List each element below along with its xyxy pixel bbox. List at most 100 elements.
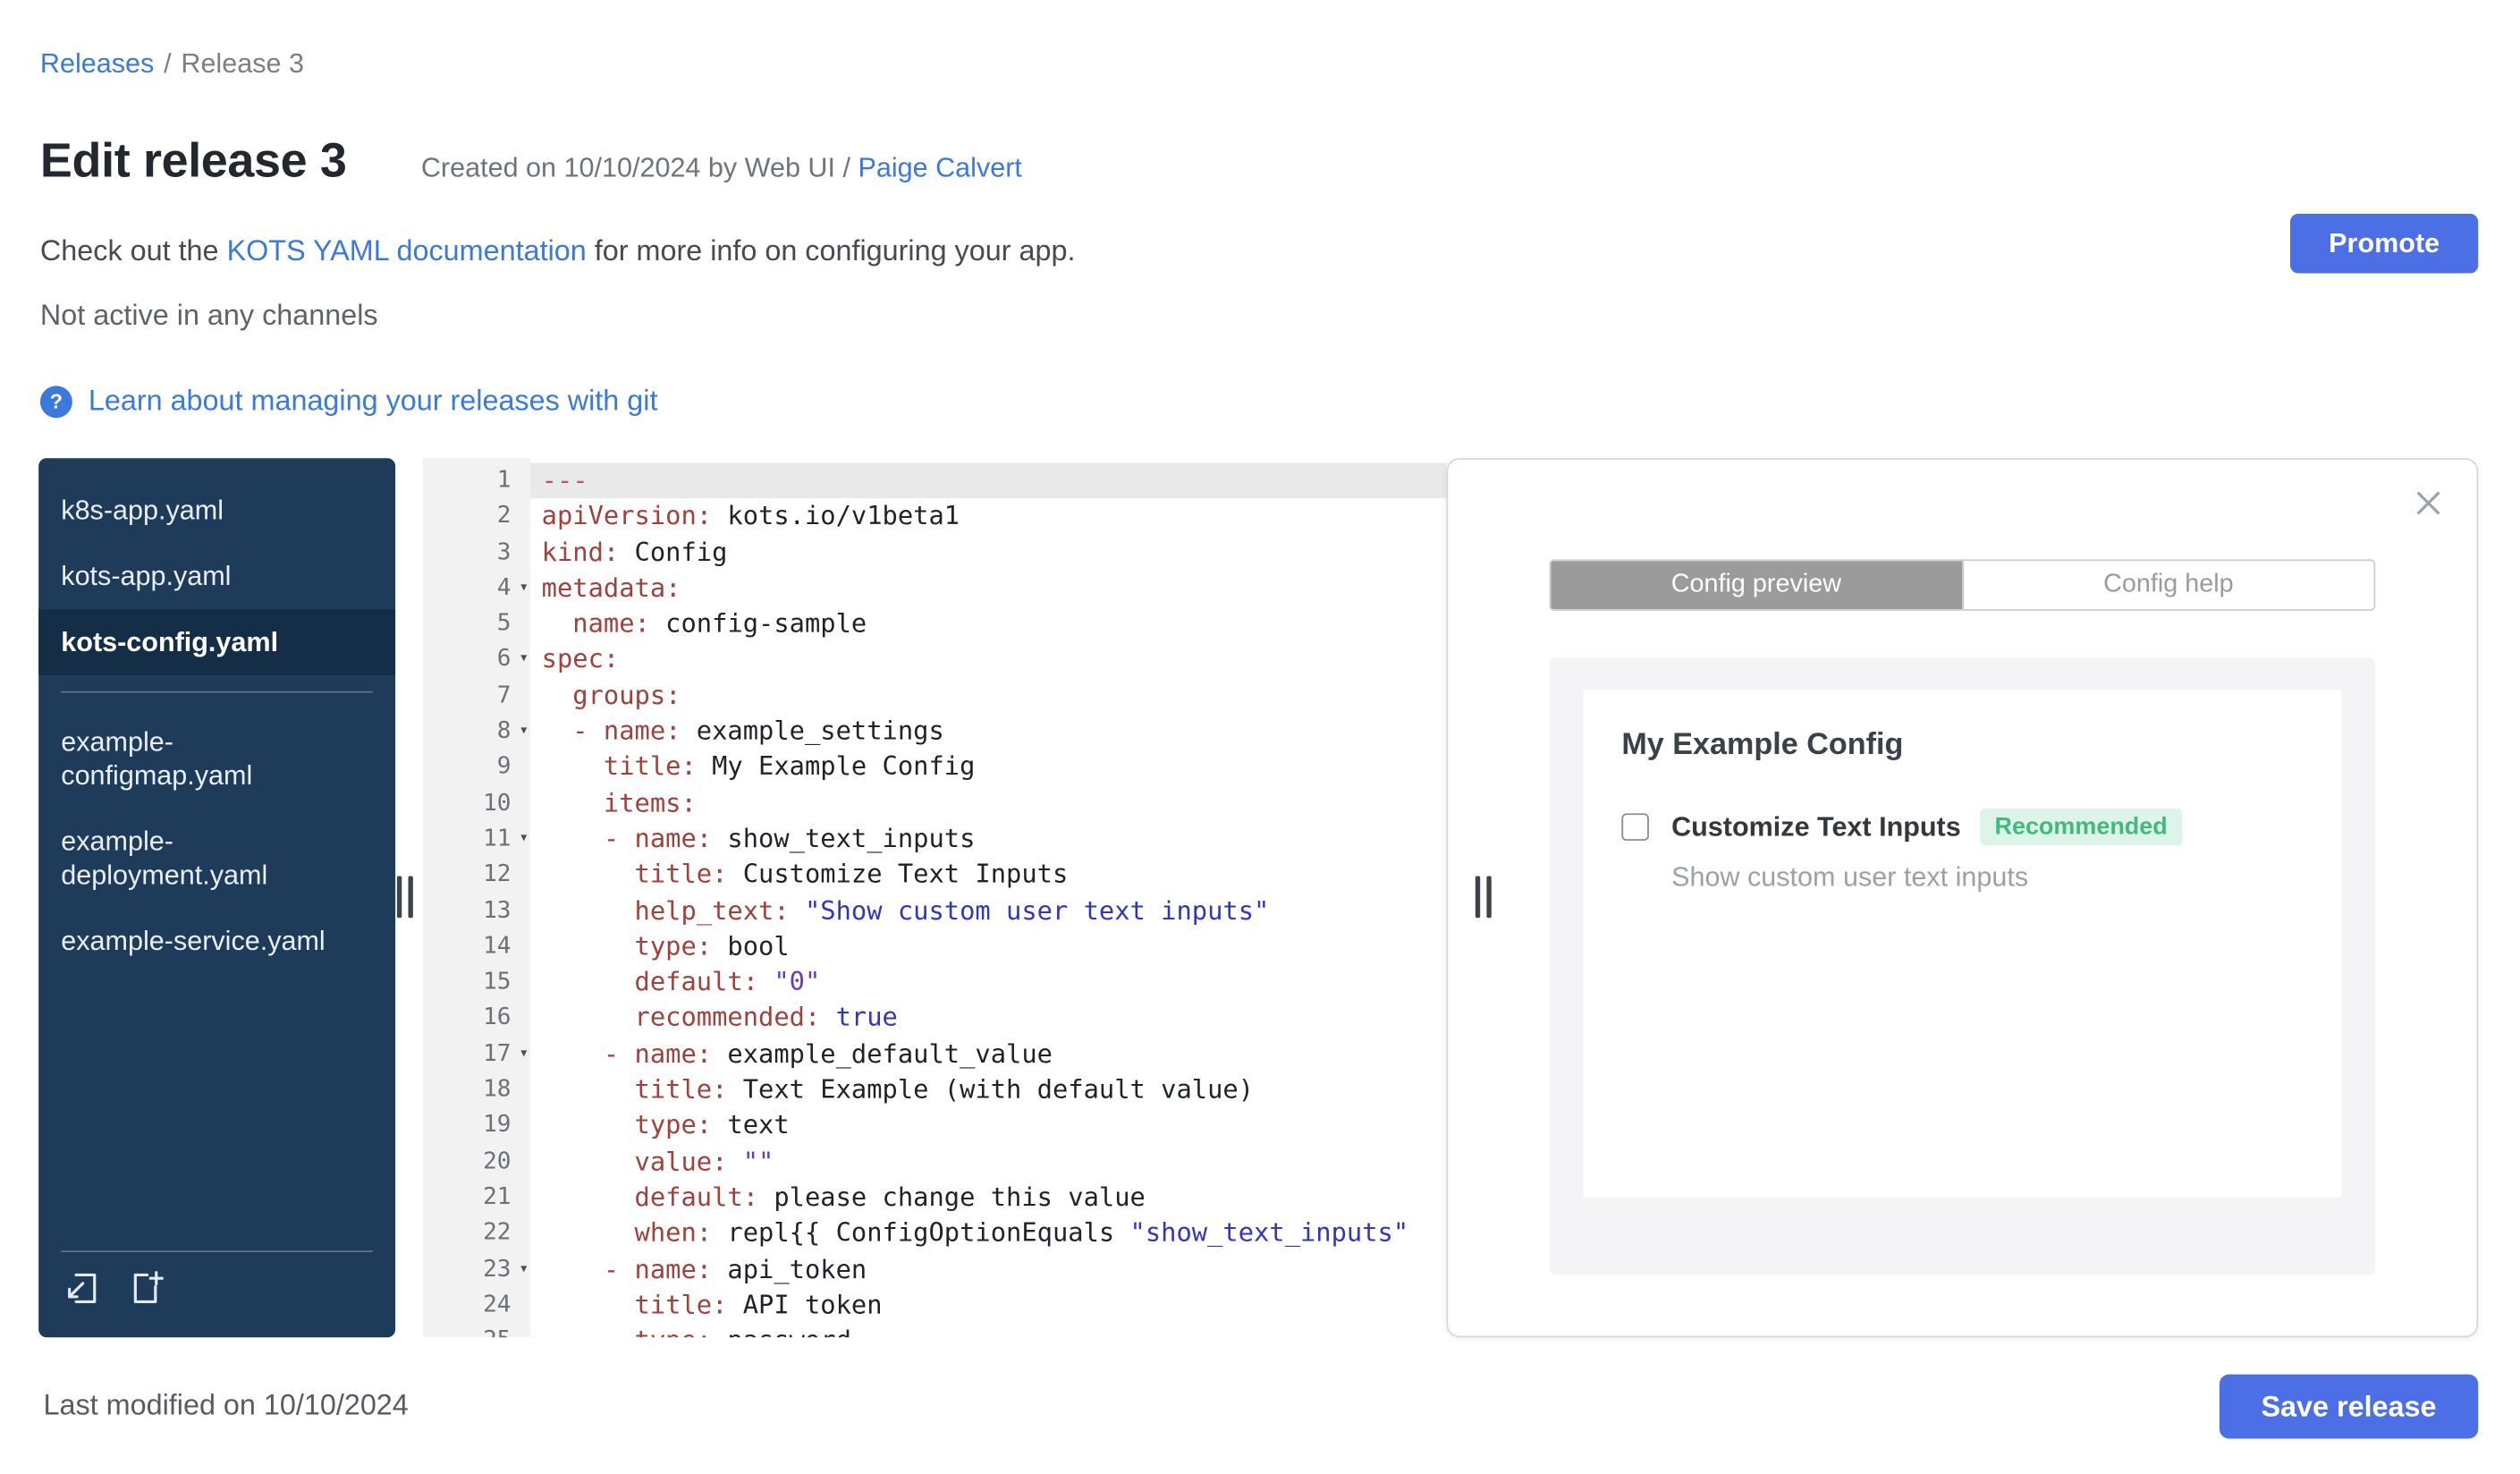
code-text[interactable]: title: Customize Text Inputs [530, 857, 1446, 893]
line-number: 11 ▾ [423, 821, 530, 857]
code-line: 23 ▾ - name: api_token [423, 1251, 1447, 1287]
line-number: 24 [483, 1292, 512, 1318]
tab-config-help[interactable]: Config help [1961, 561, 2374, 610]
resize-bar [408, 876, 413, 919]
yaml-code-editor[interactable]: 1 --- 2 apiVersion: kots.io/v1beta1 3 kind: C… [422, 458, 1447, 1338]
release-editor-page: Releases / Release 3 Edit release 3 Create… [0, 0, 2520, 1474]
last-modified-text: Last modified on 10/10/2024 [43, 1388, 409, 1421]
code-text[interactable]: groups: [530, 678, 1446, 714]
created-line: Created on 10/10/2024 by Web UI / Paige … [421, 153, 1022, 185]
code-text[interactable]: type: text [530, 1108, 1446, 1144]
line-number: 19 [483, 1113, 512, 1139]
sidebar-divider [61, 690, 373, 693]
sidebar-actions [38, 1250, 395, 1337]
code-text[interactable]: kind: Config [530, 535, 1446, 571]
code-text[interactable]: - name: show_text_inputs [530, 821, 1446, 857]
line-number: 23 ▾ [423, 1251, 530, 1287]
git-releases-link[interactable]: Learn about managing your releases with … [89, 385, 658, 419]
created-author-link[interactable]: Paige Calvert [858, 153, 1021, 183]
page-title: Edit release 3 [39, 134, 347, 189]
line-number: 12 [483, 861, 512, 888]
code-line: 25 type: password [423, 1323, 1447, 1337]
preview-resize-handle[interactable] [1475, 876, 1492, 919]
code-text[interactable]: type: bool [530, 929, 1446, 965]
code-line: 15 default: "0" [423, 965, 1447, 1001]
fold-toggle-icon[interactable]: ▾ [512, 642, 529, 678]
code-text[interactable]: spec: [530, 642, 1446, 678]
file-item[interactable]: kots-config.yaml [38, 609, 396, 675]
code-line: 10 items: [423, 785, 1447, 821]
file-item[interactable]: k8s-app.yaml [38, 478, 395, 544]
file-item[interactable]: kots-app.yaml [38, 543, 395, 609]
code-line: 3 kind: Config [423, 535, 1447, 571]
code-line: 2 apiVersion: kots.io/v1beta1 [423, 499, 1447, 535]
code-text[interactable]: default: please change this value [530, 1180, 1446, 1216]
customize-text-inputs-checkbox[interactable] [1621, 813, 1649, 841]
breadcrumb-separator: / [164, 47, 172, 80]
doc-prefix: Check out the [39, 234, 219, 267]
code-text[interactable]: apiVersion: kots.io/v1beta1 [530, 499, 1446, 535]
code-text[interactable]: value: "" [530, 1144, 1446, 1180]
config-item-help-text: Show custom user text inputs [1671, 861, 2029, 893]
code-text[interactable]: - name: example_default_value [530, 1037, 1446, 1072]
recommended-badge: Recommended [1980, 808, 2182, 846]
line-number: 2 [496, 504, 512, 529]
code-line: 12 title: Customize Text Inputs [423, 857, 1447, 893]
code-line: 14 type: bool [423, 929, 1447, 965]
fold-toggle-icon[interactable]: ▾ [512, 571, 529, 606]
fold-toggle-icon[interactable]: ▾ [512, 714, 529, 750]
code-text[interactable]: items: [530, 785, 1446, 821]
tab-config-preview[interactable]: Config preview [1551, 561, 1962, 610]
sidebar-resize-handle[interactable] [396, 876, 413, 919]
file-sidebar: k8s-app.yaml kots-app.yaml kots-config.yam… [38, 458, 396, 1338]
breadcrumb: Releases / Release 3 [40, 48, 304, 80]
code-text[interactable]: title: My Example Config [530, 750, 1446, 785]
code-text[interactable]: metadata: [530, 571, 1446, 606]
code-line: 8 ▾ - name: example_settings [423, 714, 1447, 750]
code-line: 6 ▾ spec: [423, 642, 1447, 678]
code-text[interactable]: default: "0" [530, 965, 1446, 1001]
code-text[interactable]: when: repl{{ ConfigOptionEquals "show_te… [530, 1216, 1446, 1251]
code-line: 11 ▾ - name: show_text_inputs [423, 821, 1447, 857]
code-line: 16 recommended: true [423, 1001, 1447, 1037]
line-number: 3 [496, 539, 512, 565]
file-item[interactable]: example-service.yaml [38, 908, 395, 974]
code-text[interactable]: --- [530, 462, 1447, 499]
question-circle-icon[interactable]: ? [39, 385, 72, 418]
code-line: 19 type: text [423, 1108, 1447, 1144]
code-text[interactable]: - name: example_settings [530, 714, 1446, 750]
channel-status: Not active in any channels [39, 299, 378, 332]
code-text[interactable]: title: API token [530, 1287, 1446, 1323]
upload-file-icon[interactable] [61, 1268, 101, 1317]
code-text[interactable]: help_text: "Show custom user text inputs… [530, 893, 1446, 928]
code-line: 13 help_text: "Show custom user text inp… [423, 893, 1447, 928]
breadcrumb-releases-link[interactable]: Releases [40, 48, 154, 79]
fold-toggle-icon[interactable]: ▾ [512, 1251, 529, 1287]
code-text[interactable]: type: password [530, 1323, 1446, 1337]
created-text: Created on 10/10/2024 by Web UI / [420, 152, 850, 183]
line-number: 7 [496, 682, 512, 709]
kots-yaml-doc-link[interactable]: KOTS YAML documentation [227, 234, 587, 267]
new-file-icon[interactable] [127, 1268, 167, 1317]
code-text[interactable]: name: config-sample [530, 606, 1446, 642]
code-line: 4 ▾ metadata: [423, 571, 1447, 606]
code-text[interactable]: - name: api_token [530, 1251, 1446, 1287]
fold-toggle-icon[interactable]: ▾ [512, 821, 529, 857]
save-release-button[interactable]: Save release [2219, 1374, 2479, 1439]
code-text[interactable]: recommended: true [530, 1001, 1446, 1037]
preview-tabs: Config preview Config help [1549, 559, 2376, 611]
file-item[interactable]: example-configmap.yaml [38, 709, 395, 809]
config-preview-body: My Example Config Customize Text Inputs … [1549, 657, 2376, 1275]
config-item-title: Customize Text Inputs [1671, 810, 1961, 842]
line-number: 6 ▾ [423, 642, 530, 678]
config-group-title: My Example Config [1621, 728, 1904, 762]
fold-toggle-icon[interactable]: ▾ [512, 1037, 529, 1072]
close-icon[interactable] [2413, 487, 2445, 520]
line-number: 4 ▾ [423, 571, 530, 606]
code-text[interactable]: title: Text Example (with default value) [530, 1072, 1446, 1108]
doc-line: Check out the KOTS YAML documentation fo… [40, 234, 1076, 268]
file-item[interactable]: example-deployment.yaml [38, 809, 395, 908]
code-line: 1 --- [423, 462, 1447, 499]
promote-button[interactable]: Promote [2290, 214, 2479, 274]
code-lines: 1 --- 2 apiVersion: kots.io/v1beta1 3 kind: C… [423, 462, 1447, 1337]
